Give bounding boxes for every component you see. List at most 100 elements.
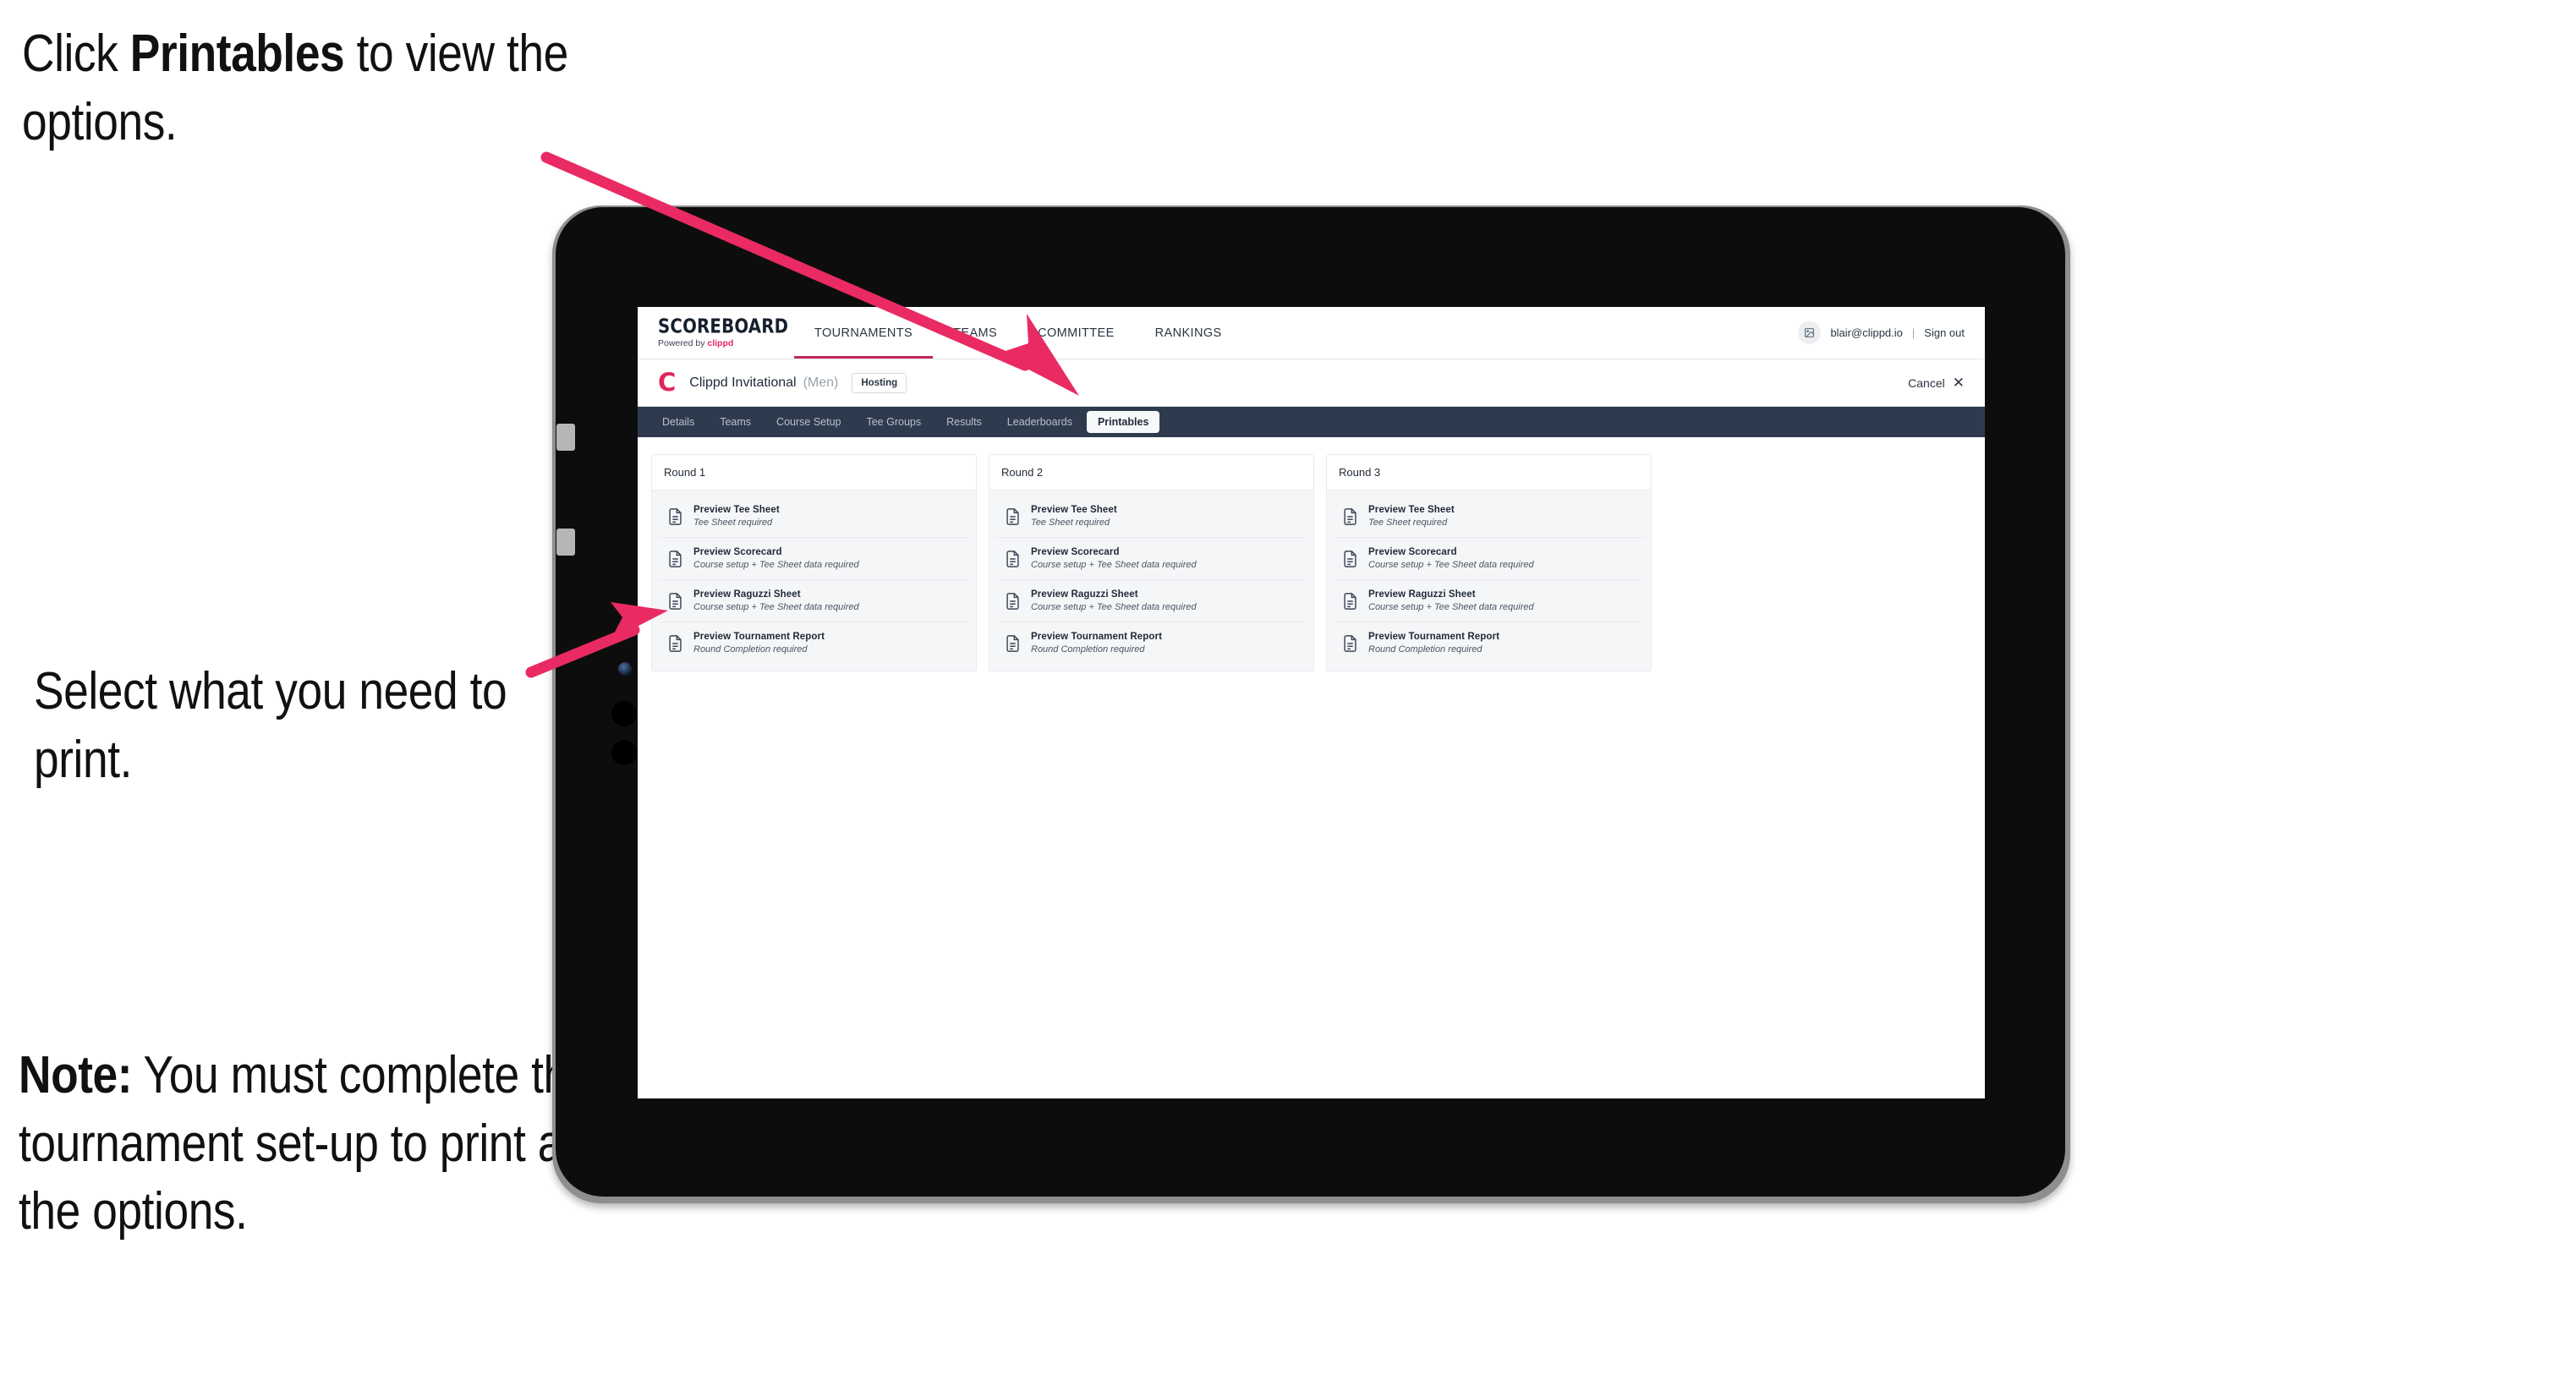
document-icon xyxy=(1342,550,1358,568)
front-camera-icon xyxy=(618,662,632,676)
annotation-click-printables: Click Printables to view the options. xyxy=(22,20,575,156)
tab-teams[interactable]: Teams xyxy=(709,411,762,433)
screenshot-root: Click Printables to view the options. Se… xyxy=(0,0,2576,1386)
round-column-1: Round 1 Preview Tee Sheet Tee Sheet requ… xyxy=(651,454,977,671)
printable-item-tournament-report[interactable]: Preview Tournament Report Round Completi… xyxy=(996,622,1307,664)
printable-requirement: Tee Sheet required xyxy=(1031,518,1110,528)
printable-item-tournament-report[interactable]: Preview Tournament Report Round Completi… xyxy=(1334,622,1644,664)
tournament-gender: (Men) xyxy=(803,375,839,390)
printable-title: Preview Tee Sheet xyxy=(1031,505,1117,515)
cancel-button[interactable]: Cancel ✕ xyxy=(1908,375,1965,390)
printable-item-scorecard[interactable]: Preview Scorecard Course setup + Tee She… xyxy=(996,538,1307,580)
volume-down-button[interactable] xyxy=(556,529,575,556)
primary-nav: TOURNAMENTS TEAMS COMMITTEE RANKINGS xyxy=(794,307,1242,359)
printable-title: Preview Tee Sheet xyxy=(1368,505,1455,515)
nav-item-committee[interactable]: COMMITTEE xyxy=(1017,307,1135,359)
printable-title: Preview Tournament Report xyxy=(1368,632,1500,642)
tab-leaderboards[interactable]: Leaderboards xyxy=(996,411,1083,433)
printable-requirement: Round Completion required xyxy=(693,644,808,655)
tournament-name: Clippd Invitational xyxy=(689,375,797,390)
printable-item-raguzzi-sheet[interactable]: Preview Raguzzi Sheet Course setup + Tee… xyxy=(996,580,1307,622)
document-icon xyxy=(667,507,683,526)
user-avatar-icon[interactable] xyxy=(1798,321,1822,344)
tab-details[interactable]: Details xyxy=(651,411,705,433)
brand-logo[interactable]: SCOREBOARD Powered by clippd xyxy=(638,307,794,359)
annotation-click-bold: Printables xyxy=(129,25,345,83)
nav-item-rankings[interactable]: RANKINGS xyxy=(1135,307,1242,359)
annotation-select-print: Select what you need to print. xyxy=(34,662,507,789)
printable-title: Preview Scorecard xyxy=(1031,547,1120,557)
section-tabs: Details Teams Course Setup Tee Groups Re… xyxy=(638,407,1985,437)
document-icon xyxy=(1005,592,1021,611)
document-icon xyxy=(667,550,683,568)
bezel-dot-lower xyxy=(611,740,637,765)
document-icon xyxy=(1005,550,1021,568)
annotation-note-bold: Note: xyxy=(19,1046,133,1104)
clippd-logo-icon: C xyxy=(658,368,677,397)
printable-item-tournament-report[interactable]: Preview Tournament Report Round Completi… xyxy=(659,622,969,664)
printable-requirement: Course setup + Tee Sheet data required xyxy=(1368,602,1534,612)
bezel-dot-upper xyxy=(611,701,637,726)
printable-title: Preview Raguzzi Sheet xyxy=(1368,589,1476,600)
document-icon xyxy=(1005,507,1021,526)
printable-item-tee-sheet[interactable]: Preview Tee Sheet Tee Sheet required xyxy=(996,496,1307,538)
nav-item-tournaments[interactable]: TOURNAMENTS xyxy=(794,307,934,359)
round-items-list: Preview Tee Sheet Tee Sheet required Pre… xyxy=(652,490,976,671)
nav-item-teams[interactable]: TEAMS xyxy=(933,307,1017,359)
document-icon xyxy=(1005,634,1021,653)
tournament-header: C Clippd Invitational (Men) Hosting Canc… xyxy=(638,359,1985,407)
printable-item-raguzzi-sheet[interactable]: Preview Raguzzi Sheet Course setup + Tee… xyxy=(659,580,969,622)
printable-requirement: Course setup + Tee Sheet data required xyxy=(693,560,859,570)
document-icon xyxy=(1342,634,1358,653)
round-title: Round 2 xyxy=(989,455,1313,490)
printable-title: Preview Tournament Report xyxy=(693,632,825,642)
printable-title: Preview Raguzzi Sheet xyxy=(693,589,801,600)
user-email-label: blair@clippd.io xyxy=(1830,326,1903,339)
printable-requirement: Course setup + Tee Sheet data required xyxy=(1031,560,1197,570)
printable-requirement: Tee Sheet required xyxy=(693,518,773,528)
tab-course-setup[interactable]: Course Setup xyxy=(765,411,852,433)
document-icon xyxy=(667,592,683,611)
printable-title: Preview Tournament Report xyxy=(1031,632,1163,642)
header-separator: | xyxy=(1911,326,1916,339)
volume-up-button[interactable] xyxy=(556,424,575,451)
tab-tee-groups[interactable]: Tee Groups xyxy=(855,411,932,433)
app-screen: SCOREBOARD Powered by clippd TOURNAMENTS… xyxy=(638,307,1985,1098)
round-items-list: Preview Tee Sheet Tee Sheet required Pre… xyxy=(1327,490,1651,671)
document-icon xyxy=(1342,507,1358,526)
brand-sub-clippd: clippd xyxy=(707,337,734,348)
annotation-note: Note: You must complete the tournament s… xyxy=(19,1042,629,1246)
printable-requirement: Round Completion required xyxy=(1031,644,1145,655)
printable-requirement: Course setup + Tee Sheet data required xyxy=(1031,602,1197,612)
round-column-2: Round 2 Preview Tee Sheet Tee Sheet requ… xyxy=(989,454,1314,671)
printable-item-raguzzi-sheet[interactable]: Preview Raguzzi Sheet Course setup + Tee… xyxy=(1334,580,1644,622)
printable-title: Preview Scorecard xyxy=(693,547,782,557)
printables-board: Round 1 Preview Tee Sheet Tee Sheet requ… xyxy=(638,437,1985,688)
printable-item-scorecard[interactable]: Preview Scorecard Course setup + Tee She… xyxy=(1334,538,1644,580)
brand-title: SCOREBOARD xyxy=(658,315,789,337)
status-badge: Hosting xyxy=(852,372,907,393)
printable-item-tee-sheet[interactable]: Preview Tee Sheet Tee Sheet required xyxy=(1334,496,1644,538)
tab-results[interactable]: Results xyxy=(935,411,993,433)
round-title: Round 1 xyxy=(652,455,976,490)
printable-item-tee-sheet[interactable]: Preview Tee Sheet Tee Sheet required xyxy=(659,496,969,538)
annotation-click-prefix: Click xyxy=(22,25,130,83)
printable-requirement: Course setup + Tee Sheet data required xyxy=(693,602,859,612)
printable-title: Preview Tee Sheet xyxy=(693,505,780,515)
printable-title: Preview Raguzzi Sheet xyxy=(1031,589,1138,600)
printable-requirement: Course setup + Tee Sheet data required xyxy=(1368,560,1534,570)
document-icon xyxy=(1342,592,1358,611)
tab-printables[interactable]: Printables xyxy=(1086,411,1160,433)
document-icon xyxy=(667,634,683,653)
printable-item-scorecard[interactable]: Preview Scorecard Course setup + Tee She… xyxy=(659,538,969,580)
round-column-3: Round 3 Preview Tee Sheet Tee Sheet requ… xyxy=(1326,454,1652,671)
printable-requirement: Round Completion required xyxy=(1368,644,1483,655)
printable-title: Preview Scorecard xyxy=(1368,547,1457,557)
brand-sub-prefix: Powered by xyxy=(658,337,708,348)
close-icon: ✕ xyxy=(1952,375,1965,391)
brand-subtitle: Powered by clippd xyxy=(658,339,794,348)
global-header: SCOREBOARD Powered by clippd TOURNAMENTS… xyxy=(638,307,1985,359)
round-title: Round 3 xyxy=(1327,455,1651,490)
printable-requirement: Tee Sheet required xyxy=(1368,518,1448,528)
sign-out-link[interactable]: Sign out xyxy=(1924,326,1965,339)
